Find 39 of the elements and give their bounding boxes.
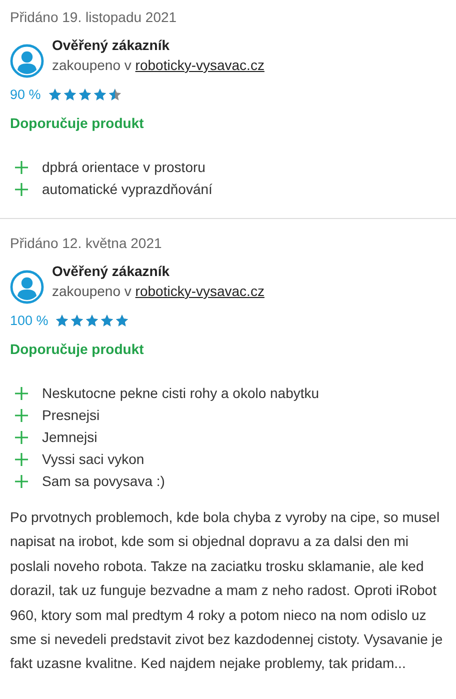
- rating-percent: 90 %: [10, 86, 41, 102]
- review-date: Přidáno 12. května 2021: [10, 234, 163, 253]
- pro-text: Presnejsi: [42, 406, 100, 425]
- pro-text: automatické vyprazdňování: [42, 180, 212, 199]
- pro-text: dpbrá orientace v prostoru: [42, 158, 206, 177]
- review-text: Po prvotnych problemoch, kde bola chyba z vyroby na cipe, so musel napisat na irobot, kde som si objednal dopravu a za dalsi den mi poslali noveho robota. Takze na zaciatku trosku sklamanie, ale ked dorazil, tak uz funguje bezvadne a mam z neho radost. Oproti iRobot 960, ktory som mal predtym 4 roky a potom nieco na nom odislo uz sme si nevedeli predstavit zivot bez kazdodennej cistoty. Vysavanie je fakt uzasne kvalitne. Ked najdem nejake problemy, tak pridam...: [10, 508, 444, 674]
- pro-text: Vyssi saci vykon: [42, 450, 144, 469]
- plus-icon: [15, 160, 28, 174]
- star-icon: [92, 88, 107, 100]
- pro-text: Sam sa povysava :): [42, 472, 165, 491]
- avatar-icon: [10, 44, 44, 78]
- star-icon: [55, 314, 70, 326]
- author-name: Ověřený zákazník: [52, 262, 171, 281]
- plus-icon: [15, 452, 28, 466]
- star-icon: [85, 314, 100, 326]
- star-icon: [78, 88, 92, 100]
- star-icon: [48, 88, 62, 100]
- recommend-label: Doporučuje produkt: [10, 340, 145, 359]
- plus-icon: [15, 474, 28, 488]
- star-icon: [70, 314, 84, 326]
- plus-icon: [15, 386, 28, 400]
- purchase-label: zakoupeno v: [52, 283, 132, 299]
- shop-link[interactable]: roboticky-vysavac.cz: [135, 57, 264, 73]
- recommend-label: Doporučuje produkt: [10, 114, 145, 133]
- author-name: Ověřený zákazník: [52, 36, 171, 55]
- plus-icon: [15, 182, 28, 196]
- star-icon: [115, 314, 130, 326]
- star-icon: [100, 314, 114, 326]
- purchase-label: zakoupeno v: [52, 57, 132, 73]
- rating-percent: 100 %: [10, 312, 48, 328]
- plus-icon: [15, 408, 28, 422]
- star-icon: [62, 88, 77, 100]
- shop-link[interactable]: roboticky-vysavac.cz: [135, 283, 264, 299]
- review-date: Přidáno 19. listopadu 2021: [10, 8, 178, 27]
- star-icon: [108, 88, 122, 100]
- pro-text: Neskutocne pekne cisti rohy a okolo nabytku: [42, 384, 320, 403]
- avatar-icon: [10, 270, 44, 304]
- plus-icon: [15, 430, 28, 444]
- pro-text: Jemnejsi: [42, 428, 98, 447]
